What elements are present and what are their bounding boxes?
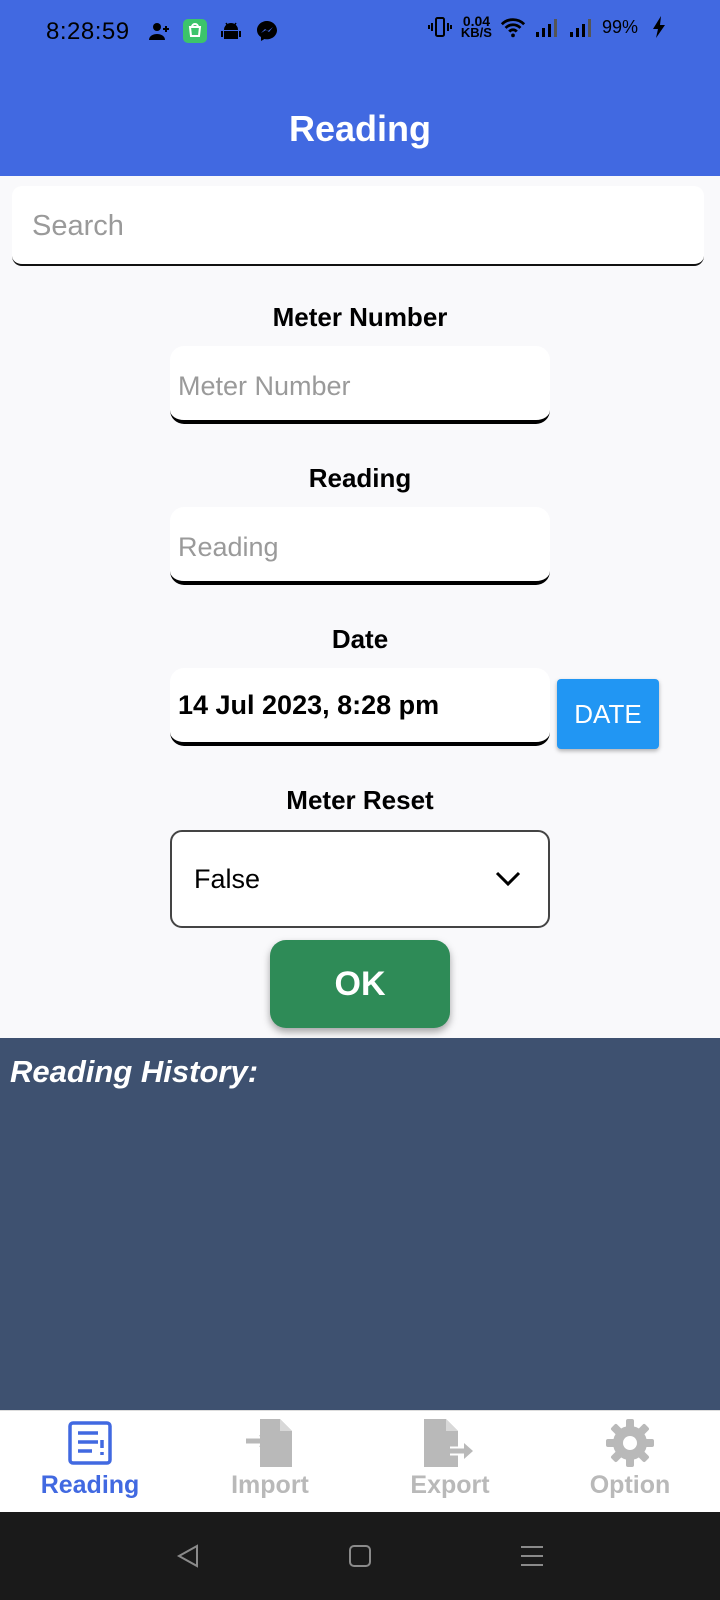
date-field[interactable]: 14 Jul 2023, 8:28 pm: [170, 668, 550, 746]
meter-reset-select[interactable]: False: [170, 830, 550, 928]
bottom-nav: Reading Import Export Option: [0, 1410, 720, 1512]
wifi-icon: [500, 14, 526, 40]
nav-label-option: Option: [589, 1471, 671, 1499]
shop-icon: [182, 18, 208, 44]
meter-number-box: [170, 346, 550, 424]
reading-history-panel: Reading History:: [0, 1038, 720, 1410]
android-icon: [218, 18, 244, 44]
meter-number-label: Meter Number: [272, 302, 448, 332]
ok-button[interactable]: OK: [270, 940, 450, 1028]
back-icon[interactable]: [172, 1540, 204, 1572]
meter-number-input[interactable]: [178, 368, 538, 404]
export-file-icon: [420, 1417, 480, 1469]
status-time: 8:28:59: [46, 18, 130, 45]
chevron-down-icon: [495, 871, 521, 887]
nav-label-reading: Reading: [40, 1471, 140, 1499]
nav-label-import: Import: [231, 1471, 309, 1499]
reading-box: [170, 507, 550, 585]
nav-item-reading[interactable]: Reading: [0, 1411, 180, 1513]
messenger-icon: [254, 18, 280, 44]
search-box: [12, 186, 704, 266]
nav-item-option[interactable]: Option: [540, 1411, 720, 1513]
battery-level: 99%: [601, 16, 638, 37]
signal-icon: [534, 14, 560, 40]
menu-icon[interactable]: [516, 1540, 548, 1572]
system-nav-bar: [0, 1512, 720, 1600]
charging-icon: [646, 14, 672, 40]
date-value: 14 Jul 2023, 8:28 pm: [178, 690, 440, 720]
nav-label-export: Export: [410, 1471, 490, 1499]
gear-icon: [600, 1417, 660, 1469]
app-header: 8:28:59 0.04 KB/S 99% Reading: [0, 0, 720, 176]
signal-icon: [568, 14, 594, 40]
reading-history-title: Reading History:: [10, 1054, 259, 1089]
import-file-icon: [240, 1417, 300, 1469]
reading-list-icon: [60, 1417, 120, 1469]
nav-item-import[interactable]: Import: [180, 1411, 360, 1513]
vibrate-icon: [427, 14, 453, 40]
reading-input[interactable]: [178, 529, 538, 565]
page-title: Reading: [288, 108, 431, 149]
person-add-icon: [146, 18, 172, 44]
date-label: Date: [331, 624, 389, 654]
meter-reset-value: False: [194, 864, 261, 894]
net-speed: 0.04 KB/S: [460, 13, 492, 40]
reading-label: Reading: [308, 463, 412, 493]
search-input[interactable]: [32, 208, 672, 244]
date-picker-button[interactable]: DATE: [557, 679, 659, 749]
nav-item-export[interactable]: Export: [360, 1411, 540, 1513]
home-icon[interactable]: [344, 1540, 376, 1572]
meter-reset-label: Meter Reset: [286, 785, 434, 815]
status-bar: 8:28:59 0.04 KB/S 99%: [0, 0, 720, 64]
